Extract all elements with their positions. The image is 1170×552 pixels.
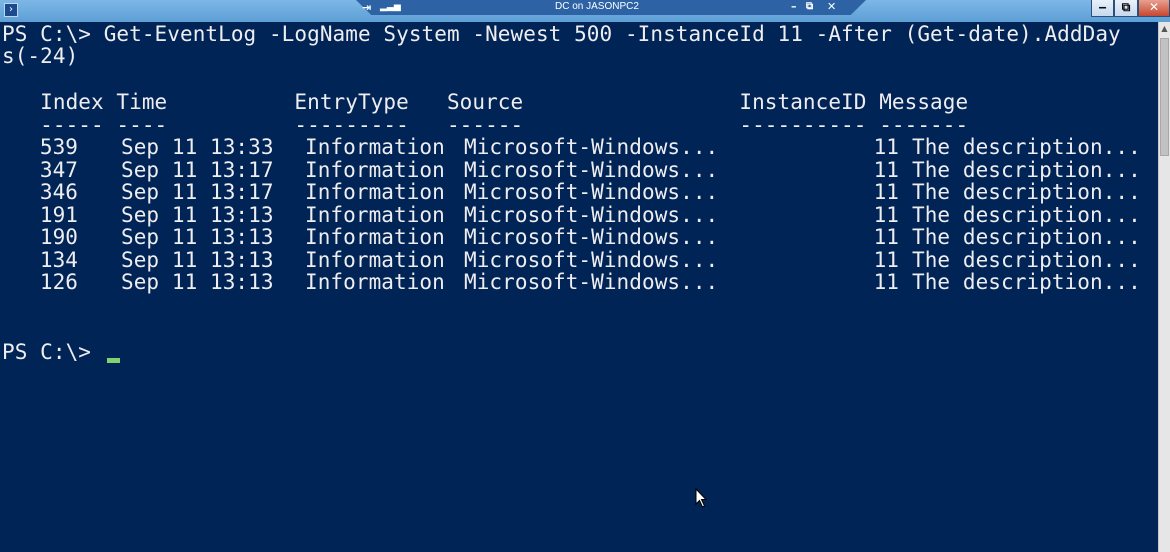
- command-line: PS C:\> Get-EventLog -LogName System -Ne…: [2, 22, 1121, 46]
- table-header: Index Time EntryType Source InstanceID M…: [2, 90, 969, 114]
- index-cell: 190: [39, 225, 78, 249]
- index-cell: 126: [39, 270, 78, 294]
- table-separator: ----- ---- --------- ------ ---------- -…: [2, 113, 969, 137]
- table-row: 134 Sep 11 13:13 Information Microsoft-W…: [2, 249, 1158, 271]
- connection-signal-icon: ▂▃▅: [380, 2, 401, 12]
- command-line-wrap: s(-24): [2, 44, 79, 68]
- entry-type-cell: Information: [305, 180, 445, 204]
- mouse-pointer-icon: [695, 488, 707, 508]
- source-cell: Microsoft-Windows...: [464, 180, 719, 204]
- scroll-up-arrow-icon[interactable]: ▲: [1159, 22, 1170, 36]
- time-cell: Sep 11 13:13: [121, 248, 274, 272]
- source-cell: Microsoft-Windows...: [464, 158, 719, 182]
- source-cell: Microsoft-Windows...: [464, 270, 719, 294]
- index-cell: 134: [39, 248, 78, 272]
- table-row: 190 Sep 11 13:13 Information Microsoft-W…: [2, 226, 1158, 248]
- message-cell: The description...: [912, 248, 1141, 272]
- time-cell: Sep 11 13:13: [121, 225, 274, 249]
- instance-id-cell: 11: [873, 203, 899, 227]
- powershell-icon[interactable]: ›: [4, 3, 18, 17]
- source-cell: Microsoft-Windows...: [464, 135, 719, 159]
- scroll-thumb[interactable]: [1160, 38, 1169, 156]
- instance-id-cell: 11: [873, 135, 899, 159]
- entry-type-cell: Information: [305, 225, 445, 249]
- window-title-bar[interactable]: › Administrat werShell ⇥ ▂▃▅ DC on JASON…: [0, 0, 1170, 23]
- rd-restore-button[interactable]: ⧉: [806, 0, 813, 14]
- index-cell: 191: [39, 203, 78, 227]
- rd-close-button[interactable]: ✕: [827, 0, 836, 14]
- instance-id-cell: 11: [873, 158, 899, 182]
- source-cell: Microsoft-Windows...: [464, 203, 719, 227]
- message-cell: The description...: [912, 225, 1141, 249]
- index-cell: 539: [39, 135, 78, 159]
- instance-id-cell: 11: [873, 225, 899, 249]
- message-cell: The description...: [912, 180, 1141, 204]
- rd-minimize-button[interactable]: –: [791, 0, 797, 14]
- source-cell: Microsoft-Windows...: [464, 248, 719, 272]
- instance-id-cell: 11: [873, 248, 899, 272]
- pin-icon[interactable]: ⇥: [362, 1, 371, 14]
- entry-type-cell: Information: [305, 158, 445, 182]
- maximize-button[interactable]: ⧉: [1114, 0, 1138, 17]
- message-cell: The description...: [912, 203, 1141, 227]
- time-cell: Sep 11 13:13: [121, 270, 274, 294]
- table-row: 191 Sep 11 13:13 Information Microsoft-W…: [2, 204, 1158, 226]
- index-cell: 347: [39, 158, 78, 182]
- source-cell: Microsoft-Windows...: [464, 225, 719, 249]
- remote-desktop-title: DC on JASONPC2: [555, 1, 639, 12]
- instance-id-cell: 11: [873, 180, 899, 204]
- time-cell: Sep 11 13:17: [121, 180, 274, 204]
- table-row: 539 Sep 11 13:33 Information Microsoft-W…: [2, 136, 1158, 158]
- minimize-button[interactable]: ‒: [1091, 0, 1114, 17]
- index-cell: 346: [39, 180, 78, 204]
- entry-type-cell: Information: [305, 248, 445, 272]
- close-button[interactable]: ✕: [1138, 0, 1170, 17]
- message-cell: The description...: [912, 135, 1141, 159]
- table-row: 347 Sep 11 13:17 Information Microsoft-W…: [2, 159, 1158, 181]
- entry-type-cell: Information: [305, 270, 445, 294]
- table-row: 346 Sep 11 13:17 Information Microsoft-W…: [2, 181, 1158, 203]
- time-cell: Sep 11 13:13: [121, 203, 274, 227]
- console-output[interactable]: PS C:\> Get-EventLog -LogName System -Ne…: [0, 22, 1158, 552]
- instance-id-cell: 11: [873, 270, 899, 294]
- time-cell: Sep 11 13:17: [121, 158, 274, 182]
- vertical-scrollbar[interactable]: ▲: [1158, 22, 1170, 552]
- text-cursor-icon: [107, 358, 120, 363]
- time-cell: Sep 11 13:33: [121, 135, 274, 159]
- message-cell: The description...: [912, 270, 1141, 294]
- prompt[interactable]: PS C:\>: [2, 341, 104, 363]
- message-cell: The description...: [912, 158, 1141, 182]
- entry-type-cell: Information: [305, 135, 445, 159]
- table-row: 126 Sep 11 13:13 Information Microsoft-W…: [2, 271, 1158, 293]
- entry-type-cell: Information: [305, 203, 445, 227]
